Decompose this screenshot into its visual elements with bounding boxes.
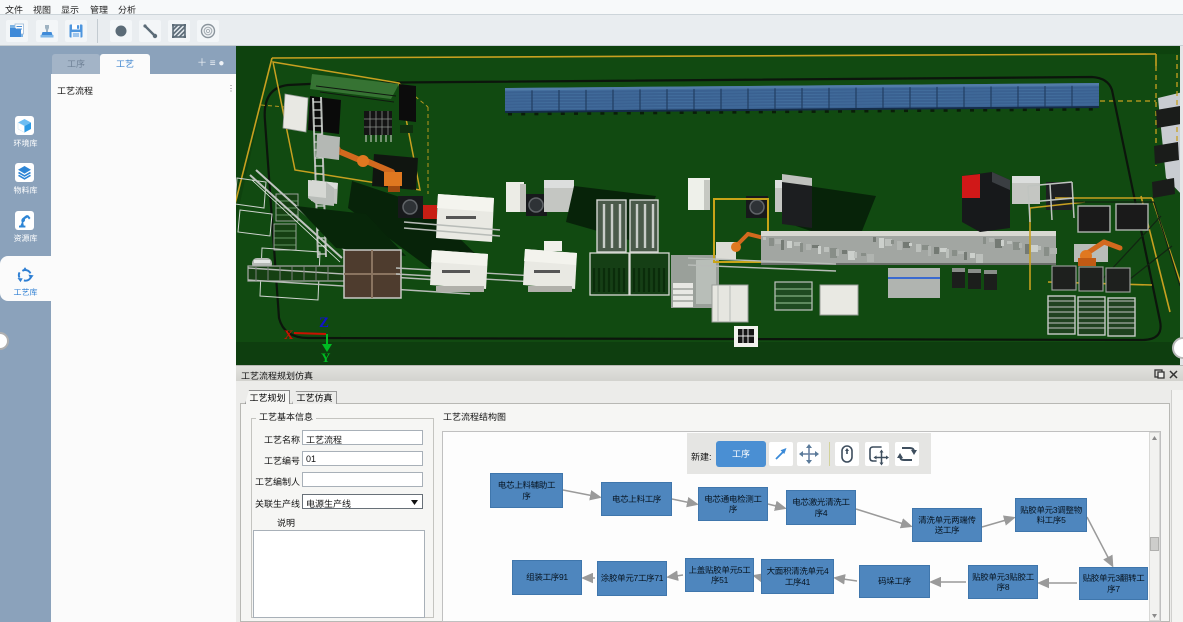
svg-text:Z: Z — [319, 315, 329, 331]
svg-text:Y: Y — [321, 350, 331, 365]
svg-text:X: X — [284, 327, 294, 342]
